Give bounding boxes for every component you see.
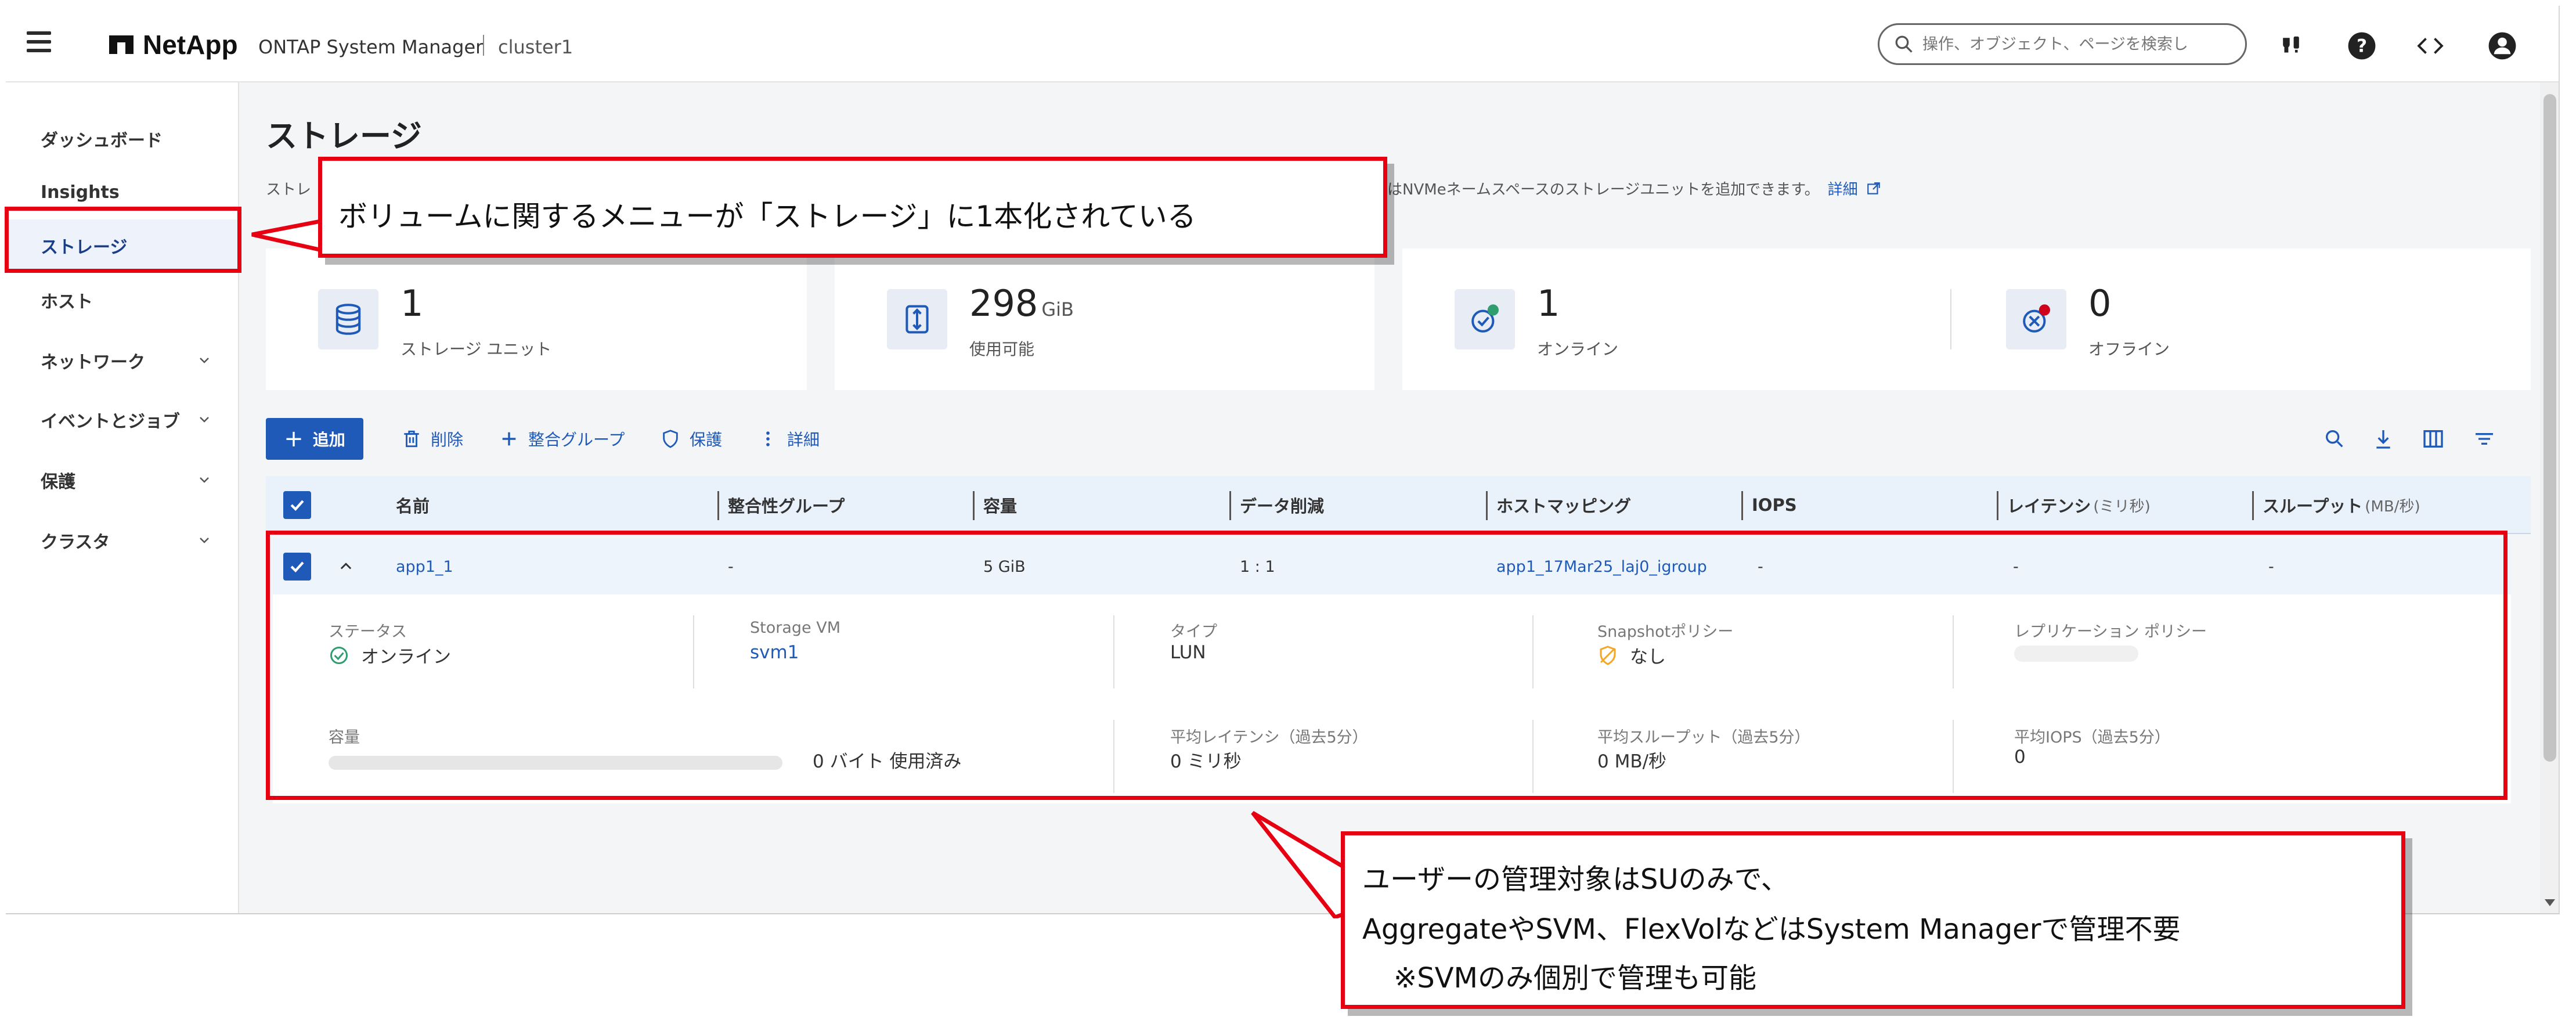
plus-icon	[502, 432, 516, 446]
svg-text:?: ?	[2357, 35, 2367, 56]
top-header: NetApp ONTAP System Manager cluster1 ?	[6, 6, 2559, 82]
database-icon	[318, 289, 378, 349]
callout-pointer	[251, 217, 331, 255]
column-header-capacity[interactable]: 容量	[983, 476, 1017, 534]
sidebar-item-label: ホスト	[41, 292, 93, 312]
sidebar-item-dashboard[interactable]: ダッシュボード	[6, 113, 239, 165]
card-label: オフライン	[2088, 340, 2170, 359]
highlight-storage-menu	[5, 207, 241, 273]
column-header-name[interactable]: 名前	[396, 476, 430, 534]
page-title: ストレージ	[266, 118, 422, 154]
sidebar-item-label: Insights	[41, 182, 120, 203]
card-value: 298 GiB	[969, 282, 1074, 325]
column-divider[interactable]	[717, 491, 719, 520]
scrollbar-thumb[interactable]	[2543, 94, 2556, 762]
card-label: ストレージ ユニット	[401, 340, 552, 359]
more-vertical-icon	[766, 431, 770, 446]
card-value: 1	[401, 282, 424, 325]
page-description-text: はNVMeネームスペースのストレージユニットを追加できます。	[1387, 181, 1820, 199]
column-divider[interactable]	[1486, 491, 1488, 520]
column-divider[interactable]	[1741, 491, 1743, 520]
callout-text-line: ユーザーの管理対象はSUのみで、	[1362, 863, 1789, 896]
sidebar-item-label: クラスタ	[41, 532, 110, 553]
vertical-scrollbar[interactable]	[2540, 82, 2559, 913]
filter-icon[interactable]	[2473, 427, 2496, 450]
page-description: はNVMeネームスペースのストレージユニットを追加できます。 詳細	[1387, 178, 1881, 199]
learn-more-link[interactable]: 詳細	[1828, 178, 1858, 199]
title-divider	[483, 35, 484, 56]
more-button[interactable]: 詳細	[758, 426, 820, 452]
user-avatar-icon[interactable]	[2487, 30, 2518, 62]
column-divider[interactable]	[973, 491, 975, 520]
search-icon[interactable]	[2323, 427, 2346, 450]
protect-button[interactable]: 保護	[661, 426, 722, 452]
card-label: 使用可能	[969, 340, 1035, 359]
offline-status-icon	[2006, 289, 2066, 349]
cluster-name: cluster1	[498, 36, 573, 58]
sidebar-item-label: ダッシュボード	[41, 131, 163, 151]
card-label: オンライン	[1537, 340, 1619, 359]
column-divider[interactable]	[1229, 491, 1231, 520]
chevron-down-icon	[200, 358, 209, 363]
netapp-logo-mark	[109, 35, 134, 54]
column-header-throughput[interactable]: スループット (MB/秒)	[2263, 476, 2420, 534]
sidebar-item-label: イベントとジョブ	[41, 412, 180, 432]
add-button[interactable]: + 追加	[266, 418, 363, 460]
callout-management-scope: ユーザーの管理対象はSUのみで、 AggregateやSVM、FlexVolなど…	[1341, 831, 2405, 1009]
chevron-down-icon	[200, 477, 209, 483]
menu-icon[interactable]	[27, 31, 51, 52]
plus-icon: +	[284, 426, 304, 452]
brand-name: NetApp	[143, 30, 238, 60]
summary-card-online-offline: 1 オンライン 0 オフライン	[1402, 248, 2531, 390]
shield-icon	[663, 430, 678, 448]
global-search[interactable]	[1878, 23, 2247, 65]
callout-text-line: AggregateやSVM、FlexVolなどはSystem Managerで管…	[1362, 913, 2181, 946]
delete-button[interactable]: 削除	[402, 426, 463, 452]
scroll-down-arrow[interactable]	[2545, 899, 2555, 906]
callout-storage-menu: ボリュームに関するメニューが「ストレージ」に1本化されている	[318, 157, 1387, 258]
card-value: 0	[2088, 282, 2112, 325]
netapp-logo[interactable]: NetApp	[109, 29, 238, 60]
callout-text: ボリュームに関するメニューが「ストレージ」に1本化されている	[338, 200, 1196, 233]
sidebar-item-label: 保護	[41, 472, 75, 492]
sidebar-item-network[interactable]: ネットワーク	[6, 334, 239, 387]
search-input[interactable]	[1922, 35, 2224, 53]
download-icon[interactable]	[2372, 427, 2395, 450]
summary-card-available: 298 GiB 使用可能	[835, 248, 1374, 390]
trash-icon	[404, 430, 419, 448]
card-value: 1	[1537, 282, 1560, 325]
column-divider[interactable]	[2252, 491, 2254, 520]
external-link-icon[interactable]	[1866, 181, 1881, 196]
table-header: 名前 整合性グループ 容量 データ削減 ホストマッピング IOPS レイテンシ(…	[266, 476, 2531, 534]
search-icon	[1895, 35, 1913, 53]
sidebar-item-events-jobs[interactable]: イベントとジョブ	[6, 394, 239, 446]
sidebar-item-protection[interactable]: 保護	[6, 454, 239, 506]
app-title: ONTAP System Manager	[258, 36, 484, 58]
lightbulb-icon[interactable]	[2275, 30, 2307, 62]
column-header-reduction[interactable]: データ削減	[1240, 476, 1324, 534]
chevron-down-icon	[200, 538, 209, 543]
highlight-storage-unit-row	[266, 531, 2508, 800]
select-all-checkbox[interactable]	[283, 491, 311, 519]
column-header-latency[interactable]: レイテンシ (ミリ秒)	[2007, 476, 2151, 534]
summary-card-storage-units: 1 ストレージ ユニット	[266, 248, 807, 390]
sidebar-item-hosts[interactable]: ホスト	[6, 274, 239, 326]
sidebar-item-cluster[interactable]: クラスタ	[6, 514, 239, 567]
column-header-cg[interactable]: 整合性グループ	[728, 476, 845, 534]
columns-icon[interactable]	[2422, 427, 2445, 450]
column-header-iops[interactable]: IOPS	[1752, 476, 1797, 534]
storage-capacity-icon	[887, 289, 947, 349]
chevron-down-icon	[200, 417, 209, 423]
card-divider	[1950, 289, 1951, 349]
callout-text-line: ※SVMのみ個別で管理も可能	[1394, 962, 1756, 994]
help-icon[interactable]: ?	[2346, 30, 2377, 62]
consistency-group-button[interactable]: 整合グループ	[499, 426, 625, 452]
column-header-host-mapping[interactable]: ホストマッピング	[1496, 476, 1631, 534]
sidebar-item-label: ネットワーク	[41, 352, 145, 373]
code-icon[interactable]	[2415, 30, 2446, 62]
column-divider[interactable]	[1997, 491, 1998, 520]
online-status-icon	[1455, 289, 1515, 349]
